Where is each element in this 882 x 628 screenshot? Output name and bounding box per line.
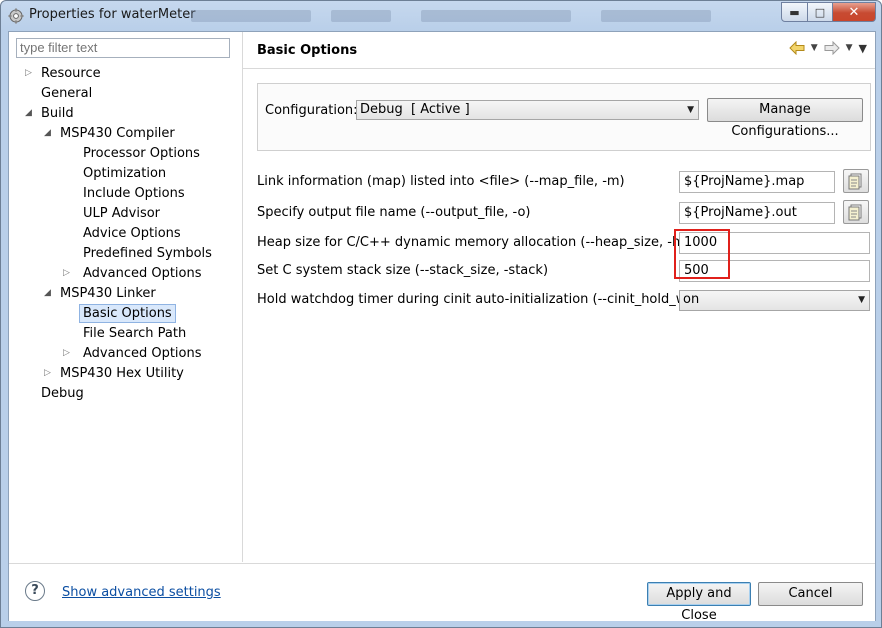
configuration-label: Configuration:	[265, 103, 358, 118]
tree-item-label: MSP430 Hex Utility	[60, 366, 184, 381]
tree-item[interactable]: ULP Advisor	[9, 204, 239, 223]
configuration-value: Debug [ Active ]	[360, 102, 470, 117]
tree-item[interactable]: ◢ MSP430 Linker	[9, 284, 239, 303]
content-pane: Basic Options ▼ ▼ ▼ Configuration: Debug	[243, 32, 875, 562]
tree-item[interactable]: ▷ Advanced Options	[9, 344, 239, 363]
tree-item-label: Advice Options	[83, 226, 181, 241]
chevron-down-icon: ▼	[858, 295, 865, 305]
expanded-triangle-icon[interactable]: ◢	[44, 284, 54, 303]
watchdog-value: on	[683, 292, 700, 307]
back-dropdown-icon[interactable]: ▼	[811, 43, 818, 53]
forward-arrow-icon[interactable]	[824, 41, 840, 55]
browse-button[interactable]	[843, 200, 869, 224]
maximize-button[interactable]: □	[808, 2, 833, 22]
tree-item-label: Debug	[41, 386, 84, 401]
option-label: Heap size for C/C++ dynamic memory alloc…	[257, 235, 710, 250]
tree-item[interactable]: Include Options	[9, 184, 239, 203]
tree-item-label: Resource	[41, 66, 101, 81]
tree-item[interactable]: ◢ Build	[9, 104, 239, 123]
apply-and-close-button[interactable]: Apply and Close	[647, 582, 751, 623]
window-title: Properties for waterMeter	[29, 7, 196, 22]
tree-item-label: General	[41, 86, 93, 101]
tree-item-label: Basic Options	[79, 304, 176, 323]
tree-item[interactable]: File Search Path	[9, 324, 239, 343]
show-advanced-settings-link[interactable]: Show advanced settings	[62, 585, 221, 600]
expanded-triangle-icon[interactable]: ◢	[44, 124, 54, 143]
collapsed-triangle-icon[interactable]: ▷	[25, 64, 35, 83]
watchdog-combo[interactable]: on ▼	[679, 290, 870, 311]
tree-item-label: Advanced Options	[83, 266, 202, 281]
expanded-triangle-icon[interactable]: ◢	[25, 104, 35, 123]
browse-button[interactable]	[843, 169, 869, 193]
option-value-field[interactable]: ${ProjName}.map	[679, 171, 835, 193]
browse-file-icon	[848, 204, 862, 221]
tree-item-label: MSP430 Linker	[60, 286, 156, 301]
blurred-title-area	[601, 10, 711, 22]
option-label: Set C system stack size (--stack_size, -…	[257, 263, 549, 278]
cancel-button[interactable]: Cancel	[758, 582, 863, 606]
tree-item[interactable]: ▷ Advanced Options	[9, 264, 239, 283]
tree-item[interactable]: ◢ MSP430 Compiler	[9, 124, 239, 143]
maximize-icon: □	[814, 5, 826, 19]
page-title: Basic Options	[257, 43, 358, 58]
footer-bar: ? Show advanced settings Apply and Close…	[9, 563, 875, 623]
red-highlight-box	[674, 229, 730, 279]
menu-icon[interactable]: ▼	[859, 42, 867, 55]
tree-item-label: Predefined Symbols	[83, 246, 212, 261]
blurred-title-area	[331, 10, 391, 22]
tree-item[interactable]: ▷ MSP430 Hex Utility	[9, 364, 239, 383]
tree-item-label: ULP Advisor	[83, 206, 161, 221]
collapsed-triangle-icon[interactable]: ▷	[63, 344, 73, 363]
navigation-pane: ▷ Resource General ◢ Build ◢ MSP430 Compiler Pr…	[9, 32, 243, 562]
tree-item[interactable]: ▷ Resource	[9, 64, 239, 83]
page-header: Basic Options ▼ ▼ ▼	[243, 32, 875, 69]
close-button[interactable]: ✕	[833, 2, 876, 22]
manage-configurations-button[interactable]: Manage Configurations...	[707, 98, 863, 139]
title-bar[interactable]: Properties for waterMeter ▬ □ ✕	[1, 1, 881, 31]
option-label: Specify output file name (--output_file,…	[257, 205, 531, 220]
tree-item-label: Build	[41, 106, 74, 121]
app-gear-icon	[8, 8, 24, 24]
tree-item-label: MSP430 Compiler	[60, 126, 175, 141]
back-arrow-icon[interactable]	[788, 41, 805, 55]
tree-item[interactable]: Debug	[9, 384, 239, 403]
tree-item[interactable]: Basic Options	[9, 304, 239, 323]
tree-item[interactable]: Predefined Symbols	[9, 244, 239, 263]
tree-item[interactable]: General	[9, 84, 239, 103]
blurred-title-area	[191, 10, 311, 22]
minimize-button[interactable]: ▬	[781, 2, 808, 22]
option-label: Link information (map) listed into <file…	[257, 174, 625, 189]
tree-item-label: File Search Path	[83, 326, 187, 341]
configuration-group: Configuration: Debug [ Active ] ▼ Manage…	[257, 83, 871, 151]
tree-item[interactable]: Optimization	[9, 164, 239, 183]
close-icon: ✕	[848, 4, 860, 20]
configuration-combo[interactable]: Debug [ Active ] ▼	[356, 100, 699, 120]
option-label: Hold watchdog timer during cinit auto-in…	[257, 292, 705, 307]
collapsed-triangle-icon[interactable]: ▷	[44, 364, 54, 383]
collapsed-triangle-icon[interactable]: ▷	[63, 264, 73, 283]
filter-input[interactable]	[16, 38, 230, 58]
tree-item-label: Optimization	[83, 166, 167, 181]
tree-item-label: Processor Options	[83, 146, 200, 161]
properties-window: Properties for waterMeter ▬ □ ✕ ▷ Resourc…	[0, 0, 882, 628]
dialog-client-area: ▷ Resource General ◢ Build ◢ MSP430 Compiler Pr…	[8, 31, 876, 623]
tree-item[interactable]: Advice Options	[9, 224, 239, 243]
chevron-down-icon: ▼	[687, 105, 694, 115]
option-value-field[interactable]: ${ProjName}.out	[679, 202, 835, 224]
browse-file-icon	[848, 173, 862, 190]
help-icon[interactable]: ?	[25, 581, 45, 601]
blurred-title-area	[421, 10, 571, 22]
tree-item-label: Advanced Options	[83, 346, 202, 361]
tree-item-label: Include Options	[83, 186, 185, 201]
minimize-icon: ▬	[789, 5, 800, 19]
tree-item[interactable]: Processor Options	[9, 144, 239, 163]
forward-dropdown-icon[interactable]: ▼	[846, 43, 853, 53]
